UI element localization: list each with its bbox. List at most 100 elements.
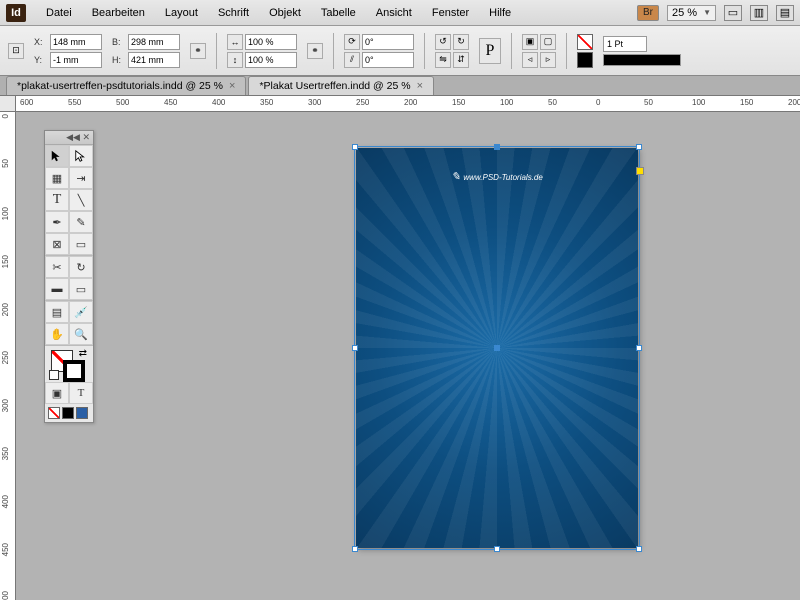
scale-y-field[interactable]: 100 % — [245, 52, 297, 68]
selection-tool[interactable] — [45, 145, 69, 167]
ruler-tick: 150 — [1, 255, 10, 268]
horizontal-ruler[interactable]: 600 550 500 450 400 350 300 250 200 150 … — [16, 96, 800, 112]
fill-swatch[interactable] — [577, 34, 593, 50]
divider — [424, 33, 425, 69]
hand-tool[interactable]: ✋ — [45, 323, 69, 345]
chevron-down-icon: ▼ — [703, 8, 711, 17]
ruler-tick: 250 — [1, 351, 10, 364]
ruler-tick: 100 — [500, 98, 513, 107]
default-fill-stroke-icon[interactable] — [49, 370, 59, 380]
y-field[interactable]: -1 mm — [50, 52, 102, 68]
constrain-scale-icon[interactable]: ⚭ — [307, 43, 323, 59]
h-field[interactable]: 421 mm — [128, 52, 180, 68]
ruler-tick: 450 — [164, 98, 177, 107]
scale-x-field[interactable]: 100 % — [245, 34, 297, 50]
scissors-tool[interactable]: ✂ — [45, 256, 69, 278]
flip-v-icon[interactable]: ⇵ — [453, 52, 469, 68]
ruler-tick: 200 — [404, 98, 417, 107]
formatting-container-icon[interactable]: ▣ — [45, 382, 69, 404]
zoom-value: 25 % — [672, 7, 697, 19]
tab-label: *Plakat Usertreffen.indd @ 25 % — [259, 80, 410, 92]
zoom-dropdown[interactable]: 25 % ▼ — [667, 5, 716, 21]
menu-edit[interactable]: Bearbeiten — [82, 3, 155, 23]
rotate-field[interactable]: 0° — [362, 34, 414, 50]
zoom-tool[interactable]: 🔍 — [69, 323, 93, 345]
ruler-origin[interactable] — [0, 96, 16, 112]
menu-layout[interactable]: Layout — [155, 3, 208, 23]
gradient-feather-tool[interactable]: ▭ — [69, 278, 93, 300]
rotate-ccw-icon[interactable]: ↺ — [435, 34, 451, 50]
divider — [511, 33, 512, 69]
character-icon[interactable]: P — [479, 38, 501, 64]
close-icon[interactable]: × — [417, 80, 423, 92]
select-content-icon[interactable]: ▢ — [540, 34, 556, 50]
rectangle-frame-tool[interactable]: ⊠ — [45, 233, 69, 255]
menu-view[interactable]: Ansicht — [366, 3, 422, 23]
menu-object[interactable]: Objekt — [259, 3, 311, 23]
apply-color-icon[interactable] — [62, 407, 74, 419]
ruler-tick: 200 — [788, 98, 800, 107]
constrain-proportions-icon[interactable]: ⚭ — [190, 43, 206, 59]
canvas[interactable]: ✎www.PSD-Tutorials.de ◀◀ ✕ ▦ ⇥ T ╲ ✒ ✎ ⊠… — [16, 112, 800, 600]
pen-tool[interactable]: ✒ — [45, 211, 69, 233]
tab-document-2[interactable]: *Plakat Usertreffen.indd @ 25 % × — [248, 76, 434, 95]
stroke-weight-field[interactable]: 1 Pt — [603, 36, 647, 52]
bridge-button[interactable]: Br — [637, 5, 659, 21]
reference-point-icon[interactable]: ⊡ — [8, 43, 24, 59]
gradient-swatch-tool[interactable]: ▬ — [45, 278, 69, 300]
app-icon: Id — [6, 4, 26, 22]
note-tool[interactable]: ▤ — [45, 301, 69, 323]
view-mode-3-icon[interactable]: ▤ — [776, 5, 794, 21]
menu-table[interactable]: Tabelle — [311, 3, 366, 23]
free-transform-tool[interactable]: ↻ — [69, 256, 93, 278]
ruler-tick: 300 — [308, 98, 321, 107]
pencil-tool[interactable]: ✎ — [69, 211, 93, 233]
toolbox-header[interactable]: ◀◀ ✕ — [45, 131, 93, 145]
apply-gradient-icon[interactable] — [76, 407, 88, 419]
stroke-style-dropdown[interactable] — [603, 54, 681, 66]
menu-window[interactable]: Fenster — [422, 3, 479, 23]
menu-help[interactable]: Hilfe — [479, 3, 521, 23]
stroke-color[interactable] — [63, 360, 85, 382]
select-container-icon[interactable]: ▣ — [522, 34, 538, 50]
tab-document-1[interactable]: *plakat-usertreffen-psdtutorials.indd @ … — [6, 76, 246, 95]
x-label: X: — [34, 37, 48, 47]
ruler-tick: 300 — [1, 399, 10, 412]
shear-icon: ⫽ — [344, 52, 360, 68]
view-mode-1-icon[interactable]: ▭ — [724, 5, 742, 21]
direct-selection-tool[interactable] — [69, 145, 93, 167]
divider — [566, 33, 567, 69]
ruler-tick: 350 — [260, 98, 273, 107]
rotate-cw-icon[interactable]: ↻ — [453, 34, 469, 50]
shear-field[interactable]: 0° — [362, 52, 414, 68]
stroke-swatch[interactable] — [577, 52, 593, 68]
document-tabs: *plakat-usertreffen-psdtutorials.indd @ … — [0, 76, 800, 96]
w-label: B: — [112, 37, 126, 47]
line-tool[interactable]: ╲ — [69, 189, 93, 211]
w-field[interactable]: 298 mm — [128, 34, 180, 50]
x-field[interactable]: 148 mm — [50, 34, 102, 50]
fill-stroke-swatches[interactable]: ⇄ — [45, 346, 93, 382]
ruler-tick: 350 — [1, 447, 10, 460]
gap-tool[interactable]: ⇥ — [69, 167, 93, 189]
document-page[interactable]: ✎www.PSD-Tutorials.de — [356, 148, 638, 548]
menubar: Id Datei Bearbeiten Layout Schrift Objek… — [0, 0, 800, 26]
view-mode-2-icon[interactable]: ▥ — [750, 5, 768, 21]
swap-fill-stroke-icon[interactable]: ⇄ — [79, 348, 87, 359]
close-icon[interactable]: × — [229, 80, 235, 92]
select-prev-icon[interactable]: ◃ — [522, 52, 538, 68]
page-tool[interactable]: ▦ — [45, 167, 69, 189]
ruler-tick: 150 — [452, 98, 465, 107]
formatting-text-icon[interactable]: T — [69, 382, 93, 404]
menu-type[interactable]: Schrift — [208, 3, 259, 23]
ruler-tick: 500 — [116, 98, 129, 107]
menu-file[interactable]: Datei — [36, 3, 82, 23]
vertical-ruler[interactable]: 0 50 100 150 200 250 300 350 400 450 500 — [0, 112, 16, 600]
toolbox-panel[interactable]: ◀◀ ✕ ▦ ⇥ T ╲ ✒ ✎ ⊠ ▭ ✂ ↻ ▬ ▭ ▤ 💉 ✋ 🔍 — [44, 130, 94, 423]
apply-none-icon[interactable] — [48, 407, 60, 419]
rectangle-tool[interactable]: ▭ — [69, 233, 93, 255]
flip-h-icon[interactable]: ⇋ — [435, 52, 451, 68]
select-next-icon[interactable]: ▹ — [540, 52, 556, 68]
type-tool[interactable]: T — [45, 189, 69, 211]
eyedropper-tool[interactable]: 💉 — [69, 301, 93, 323]
